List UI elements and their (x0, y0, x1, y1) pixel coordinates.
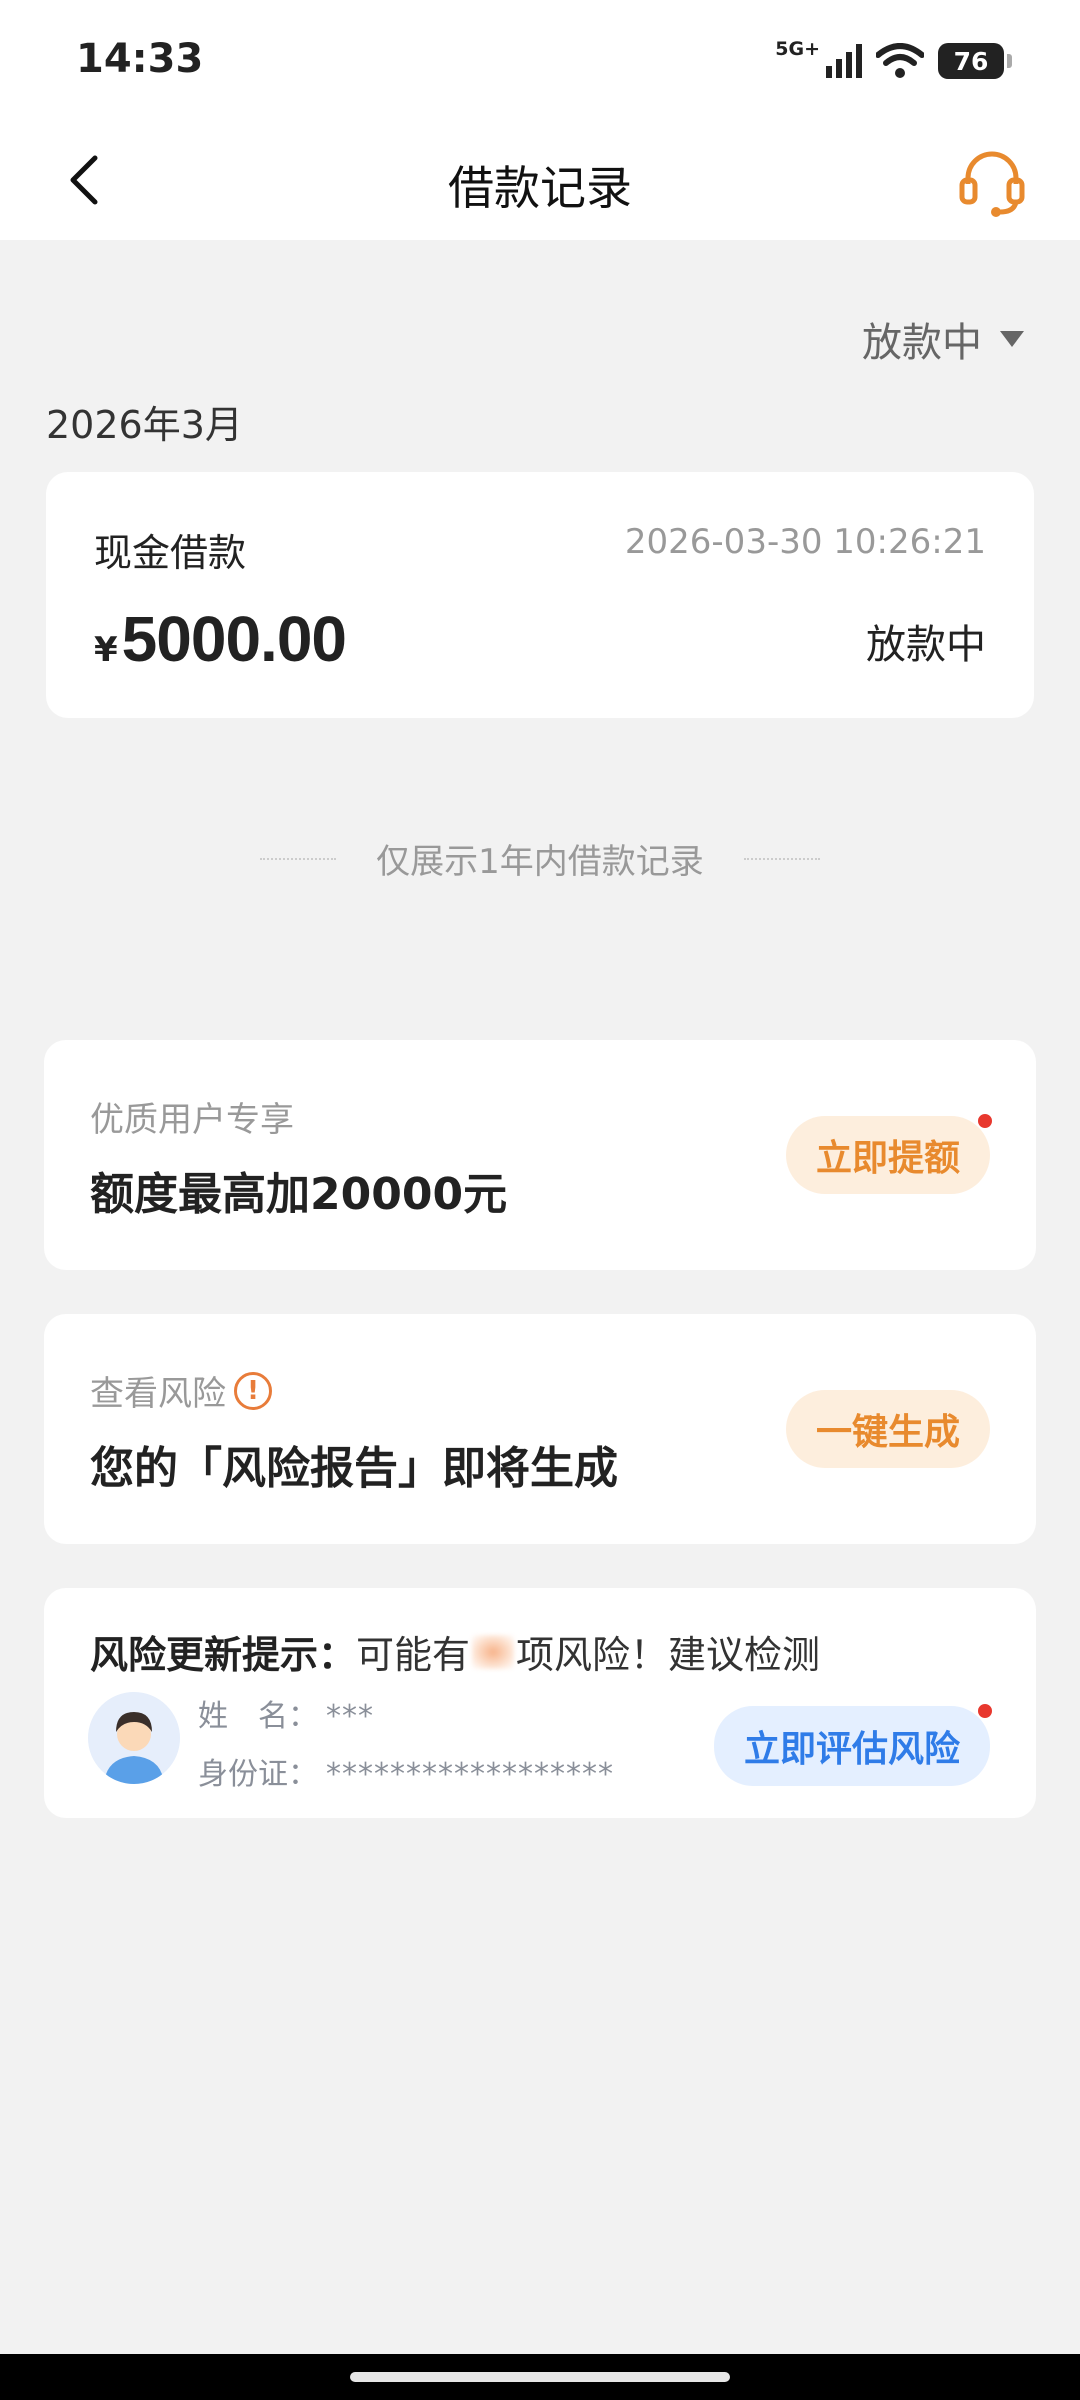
home-gesture-bar[interactable] (350, 2372, 730, 2382)
risk-update-title: 风险更新提示： 可能有 项风险！建议检测 (90, 1624, 820, 1679)
risk-headline: 您的「风险报告」即将生成 (90, 1443, 618, 1494)
title-suffix: 项风险！建议检测 (516, 1633, 821, 1677)
notification-dot (976, 1112, 994, 1130)
id-value: ****************** (326, 1757, 614, 1792)
promo-label: 优质用户专享 (90, 1100, 294, 1140)
records-notice: 仅展示1年内借款记录 (0, 834, 1080, 883)
notification-dot (976, 1702, 994, 1720)
name-row: 姓 名： *** (198, 1688, 614, 1746)
nav-bar: 借款记录 (0, 120, 1080, 240)
system-nav-bar (0, 2354, 1080, 2400)
amount-value: 5000.00 (121, 603, 347, 675)
headset-icon (959, 151, 1025, 217)
id-label: 身份证： (198, 1757, 318, 1792)
month-heading: 2026年3月 (46, 403, 243, 447)
risk-report-card[interactable]: 查看风险 ! 您的「风险报告」即将生成 一键生成 (44, 1314, 1036, 1544)
divider (260, 857, 337, 860)
notice-text: 仅展示1年内借款记录 (376, 842, 704, 882)
name-label: 姓 名： (198, 1699, 318, 1734)
name-value: *** (326, 1699, 374, 1734)
user-info: 姓 名： *** 身份证： ****************** (198, 1688, 614, 1804)
risk-label-row: 查看风险 ! (90, 1366, 272, 1415)
increase-limit-button[interactable]: 立即提额 (785, 1112, 994, 1194)
loan-amount: ¥ 5000.00 (94, 602, 347, 676)
risk-update-card[interactable]: 风险更新提示： 可能有 项风险！建议检测 姓 名： *** 身份证： *****… (44, 1588, 1036, 1818)
avatar (88, 1692, 180, 1784)
button-label: 立即提额 (815, 1138, 960, 1179)
customer-service-button[interactable] (956, 146, 1028, 218)
status-filter-dropdown[interactable]: 放款中 (862, 310, 1026, 368)
status-bar: 14:33 5G+ 76 (0, 0, 1080, 120)
signal-icon (826, 44, 862, 78)
credit-increase-card[interactable]: 优质用户专享 额度最高加20000元 立即提额 (44, 1040, 1036, 1270)
loan-status: 放款中 (866, 622, 986, 668)
network-type: 5G+ (775, 38, 820, 60)
triangle-down-icon (1000, 331, 1024, 347)
button-label: 一键生成 (815, 1412, 960, 1453)
assess-risk-button[interactable]: 立即评估风险 (713, 1702, 994, 1786)
loan-type: 现金借款 (94, 531, 247, 575)
currency-symbol: ¥ (94, 630, 118, 670)
wifi-icon (876, 43, 924, 78)
status-time: 14:33 (76, 36, 204, 82)
risk-label: 查看风险 (90, 1374, 226, 1414)
promo-headline: 额度最高加20000元 (90, 1169, 508, 1220)
loan-datetime: 2026-03-30 10:26:21 (624, 522, 986, 562)
divider (743, 857, 820, 860)
title-prefix: 可能有 (356, 1633, 471, 1677)
title-bold: 风险更新提示： (90, 1633, 357, 1677)
filter-label: 放款中 (862, 320, 982, 366)
status-indicators: 5G+ 76 (775, 38, 1012, 84)
generate-report-button[interactable]: 一键生成 (785, 1390, 990, 1468)
user-avatar-icon (88, 1692, 180, 1784)
blurred-count (472, 1634, 515, 1669)
warning-icon: ! (234, 1371, 272, 1410)
page-title: 借款记录 (448, 161, 632, 215)
loan-record-card[interactable]: 现金借款 2026-03-30 10:26:21 ¥ 5000.00 放款中 (46, 472, 1034, 718)
button-label: 立即评估风险 (743, 1729, 960, 1770)
battery-indicator: 76 (938, 43, 1012, 79)
id-row: 身份证： ****************** (198, 1746, 614, 1804)
